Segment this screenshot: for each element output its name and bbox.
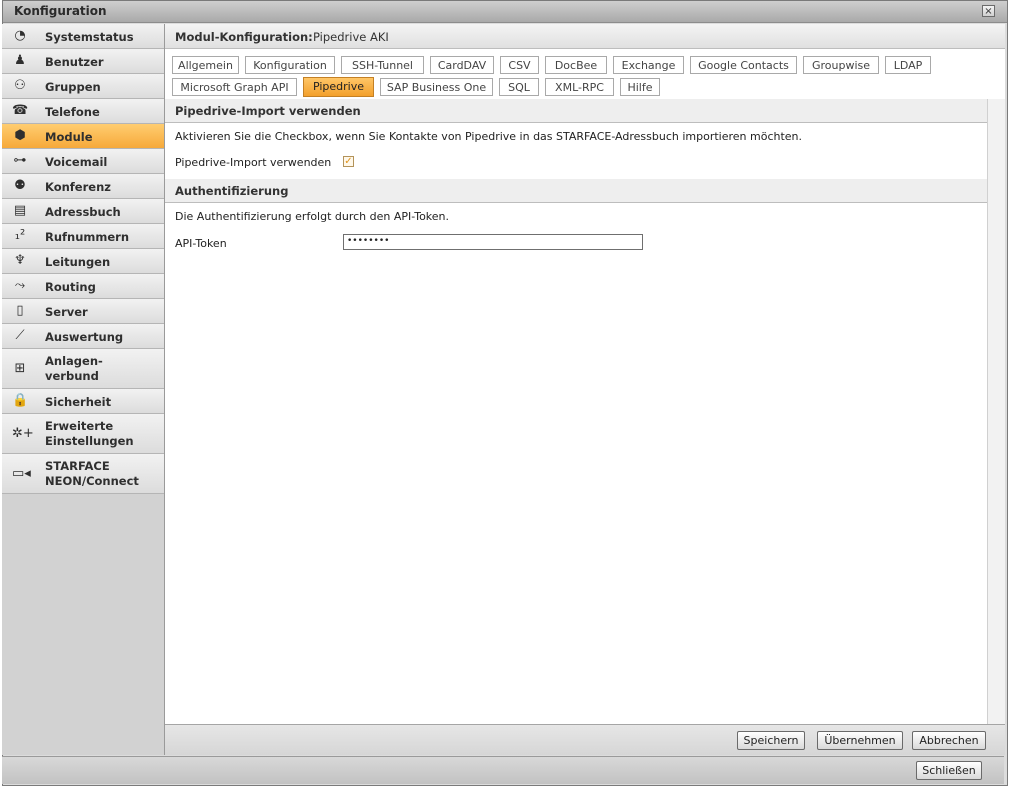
- import-section-title: Pipedrive-Import verwenden: [175, 104, 361, 118]
- rufnummern-icon: ₁²: [14, 228, 26, 243]
- tab-exchange[interactable]: Exchange: [613, 56, 684, 74]
- voicemail-icon: ⊶: [13, 153, 27, 168]
- tab-konfiguration[interactable]: Konfiguration: [245, 56, 335, 74]
- sidebar-nav: ◔ Systemstatus ♟ Benutzer ⚇ Gruppen ☎ Telefone ⬢…: [2, 24, 165, 755]
- sidebar-item-label: Benutzer: [45, 55, 104, 69]
- import-section-header: Pipedrive-Import verwenden: [165, 99, 987, 123]
- module-header-key: Modul-Konfiguration:: [175, 30, 313, 44]
- sidebar-item-label: Routing: [45, 280, 96, 294]
- sidebar-item-anlagen-verbund[interactable]: ⊞ Anlagen- verbund: [2, 349, 164, 389]
- tab-google-contacts[interactable]: Google Contacts: [690, 56, 797, 74]
- sidebar-item-systemstatus[interactable]: ◔ Systemstatus: [2, 24, 164, 49]
- auth-section-header: Authentifizierung: [165, 179, 987, 203]
- anlagen-verbund-icon: ⊞: [14, 361, 26, 376]
- window-bottom-bar: Schließen: [2, 756, 1004, 784]
- module-content: Pipedrive-Import verwenden Aktivieren Si…: [165, 99, 988, 724]
- tab-hilfe[interactable]: Hilfe: [620, 78, 660, 96]
- tab-ssh-tunnel[interactable]: SSH-Tunnel: [341, 56, 424, 74]
- sidebar-item-label: Voicemail: [45, 155, 108, 169]
- tab-csv[interactable]: CSV: [500, 56, 539, 74]
- gruppen-icon: ⚇: [14, 78, 26, 93]
- adressbuch-icon: ▤: [13, 203, 27, 218]
- sidebar-item-label: Gruppen: [45, 80, 101, 94]
- tab-carddav[interactable]: CardDAV: [430, 56, 494, 74]
- sidebar-item-leitungen[interactable]: ♆ Leitungen: [2, 249, 164, 274]
- sidebar-item-label: Server: [45, 305, 88, 319]
- sidebar-item-voicemail[interactable]: ⊶ Voicemail: [2, 149, 164, 174]
- tab-ldap[interactable]: LDAP: [885, 56, 931, 74]
- sidebar-item-konferenz[interactable]: ⚉ Konferenz: [2, 174, 164, 199]
- sidebar-item-routing[interactable]: ⤳ Routing: [2, 274, 164, 299]
- sidebar-item-erweiterte-einstellungen[interactable]: ✲+ Erweiterte Einstellungen: [2, 414, 164, 454]
- erweiterte-einstellungen-icon: ✲+: [12, 426, 34, 441]
- sidebar-item-benutzer[interactable]: ♟ Benutzer: [2, 49, 164, 74]
- sidebar-item-label: Adressbuch: [45, 205, 121, 219]
- sidebar-item-label: Sicherheit: [45, 395, 112, 409]
- import-description: Aktivieren Sie die Checkbox, wenn Sie Ko…: [175, 130, 803, 143]
- systemstatus-icon: ◔: [14, 28, 26, 43]
- konferenz-icon: ⚉: [14, 178, 26, 193]
- apply-button[interactable]: Übernehmen: [817, 731, 903, 750]
- sicherheit-icon: 🔒: [12, 393, 29, 408]
- tab-microsoft-graph-api[interactable]: Microsoft Graph API: [172, 78, 297, 96]
- sidebar-item-telefone[interactable]: ☎ Telefone: [2, 99, 164, 124]
- leitungen-icon: ♆: [14, 253, 26, 268]
- sidebar-item-label: Leitungen: [45, 255, 111, 269]
- routing-icon: ⤳: [14, 278, 26, 293]
- sidebar-item-label: Rufnummern: [45, 230, 130, 244]
- content-scrollbar[interactable]: [987, 99, 1005, 724]
- sidebar-item-sicherheit[interactable]: 🔒 Sicherheit: [2, 389, 164, 414]
- tab-xml-rpc[interactable]: XML-RPC: [545, 78, 614, 96]
- cancel-button[interactable]: Abbrechen: [912, 731, 986, 750]
- module-header-value: Pipedrive AKI: [313, 30, 389, 44]
- sidebar-item-label: Anlagen- verbund: [45, 354, 103, 383]
- telefone-icon: ☎: [12, 103, 29, 118]
- sidebar-item-rufnummern[interactable]: ₁² Rufnummern: [2, 224, 164, 249]
- auswertung-icon: ⟋: [15, 328, 25, 343]
- tab-sql[interactable]: SQL: [499, 78, 539, 96]
- tab-pipedrive[interactable]: Pipedrive: [303, 77, 374, 97]
- tab-docbee[interactable]: DocBee: [545, 56, 607, 74]
- sidebar-item-starface-neon-connect[interactable]: ▭◂ STARFACE NEON/Connect: [2, 454, 164, 494]
- import-checkbox[interactable]: ✓: [343, 156, 354, 167]
- right-edge: [1008, 0, 1012, 788]
- sidebar-item-gruppen[interactable]: ⚇ Gruppen: [2, 74, 164, 99]
- sidebar-item-label: Auswertung: [45, 330, 124, 344]
- starface-neon-connect-icon: ▭◂: [12, 466, 31, 481]
- module-tabs: Allgemein Konfiguration SSH-Tunnel CardD…: [165, 49, 987, 99]
- sidebar-item-auswertung[interactable]: ⟋ Auswertung: [2, 324, 164, 349]
- benutzer-icon: ♟: [14, 53, 26, 68]
- title-bar: Konfiguration ×: [3, 1, 1007, 23]
- server-icon: ▯: [16, 303, 24, 318]
- action-footer: Speichern Übernehmen Abbrechen: [165, 724, 1005, 755]
- close-window-icon[interactable]: ×: [982, 5, 995, 17]
- sidebar-item-module[interactable]: ⬢ Module: [2, 124, 164, 149]
- sidebar-item-label: Konferenz: [45, 180, 111, 194]
- sidebar-item-label: Module: [45, 130, 93, 144]
- api-token-label: API-Token: [175, 237, 227, 250]
- auth-section-title: Authentifizierung: [175, 184, 289, 198]
- module-header: Modul-Konfiguration: Pipedrive AKI: [165, 24, 1005, 49]
- sidebar-item-label: STARFACE NEON/Connect: [45, 459, 139, 488]
- sidebar-item-label: Telefone: [45, 105, 100, 119]
- tab-groupwise[interactable]: Groupwise: [803, 56, 879, 74]
- sidebar-item-label: Erweiterte Einstellungen: [45, 419, 134, 448]
- import-checkbox-label: Pipedrive-Import verwenden: [175, 156, 332, 169]
- auth-description: Die Authentifizierung erfolgt durch den …: [175, 210, 450, 223]
- main-panel: Modul-Konfiguration: Pipedrive AKI Allge…: [165, 24, 1005, 755]
- tab-sap-business-one[interactable]: SAP Business One: [380, 78, 493, 96]
- save-button[interactable]: Speichern: [737, 731, 805, 750]
- module-icon: ⬢: [14, 128, 26, 143]
- sidebar-item-label: Systemstatus: [45, 30, 134, 44]
- window-title: Konfiguration: [14, 4, 107, 18]
- api-token-input[interactable]: ••••••••: [343, 234, 643, 250]
- sidebar-item-server[interactable]: ▯ Server: [2, 299, 164, 324]
- tab-allgemein[interactable]: Allgemein: [172, 56, 239, 74]
- close-button[interactable]: Schließen: [916, 761, 982, 780]
- sidebar-item-adressbuch[interactable]: ▤ Adressbuch: [2, 199, 164, 224]
